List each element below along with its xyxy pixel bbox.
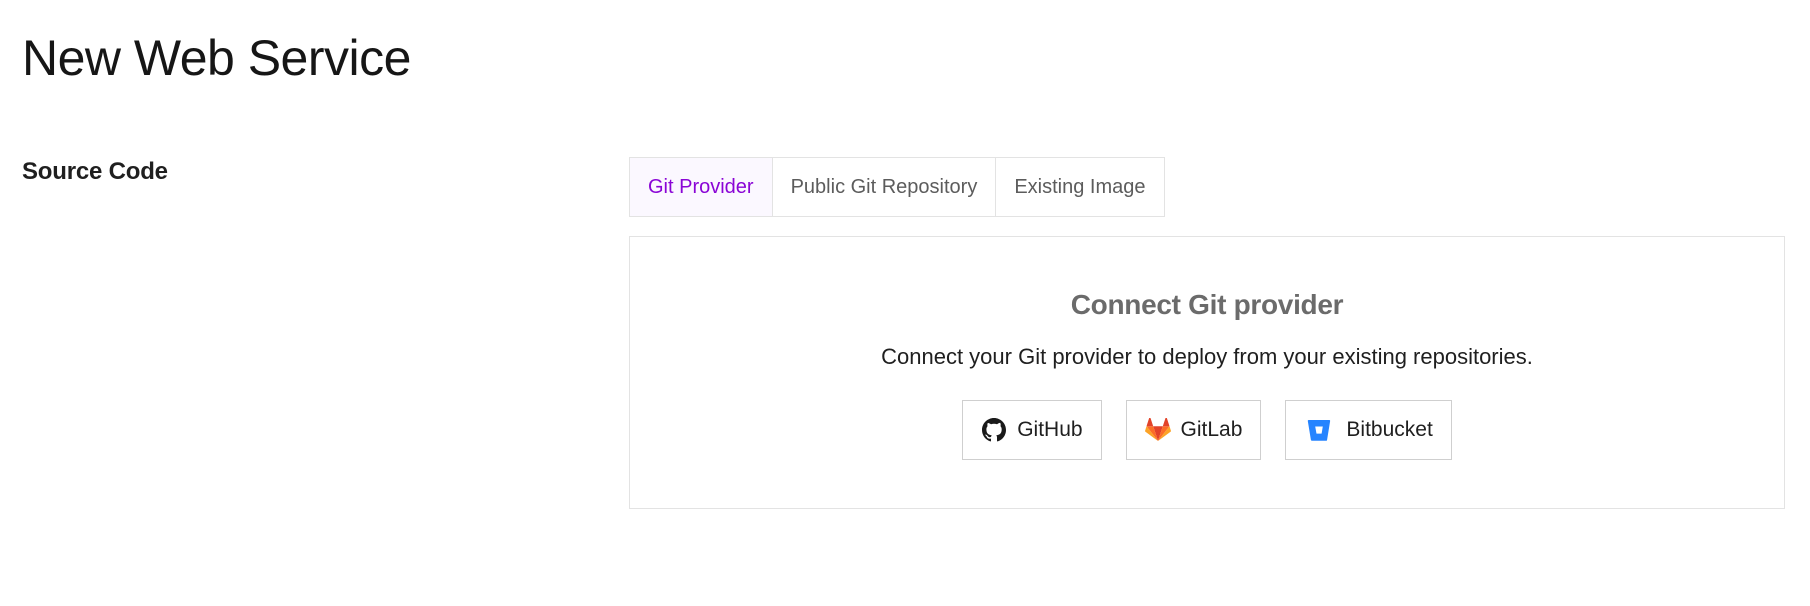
gitlab-button[interactable]: GitLab [1125, 400, 1262, 460]
tab-git-provider[interactable]: Git Provider [630, 158, 773, 216]
tab-existing-image[interactable]: Existing Image [996, 158, 1164, 216]
bitbucket-button[interactable]: Bitbucket [1285, 400, 1452, 460]
bitbucket-icon [1306, 417, 1332, 443]
page-title: New Web Service [22, 30, 411, 86]
github-icon [981, 417, 1007, 443]
bitbucket-label: Bitbucket [1346, 418, 1433, 441]
connect-description: Connect your Git provider to deploy from… [881, 344, 1533, 369]
source-code-label: Source Code [22, 158, 168, 185]
connect-git-provider-panel: Connect Git provider Connect your Git pr… [629, 236, 1785, 509]
new-web-service-page: New Web Service Source Code Git Provider… [0, 0, 1810, 606]
source-tabs: Git Provider Public Git Repository Exist… [629, 157, 1165, 217]
github-label: GitHub [1017, 418, 1083, 441]
provider-buttons: GitHub GitLab Bitbucket [630, 400, 1784, 460]
gitlab-label: GitLab [1180, 418, 1243, 441]
github-button[interactable]: GitHub [962, 400, 1102, 460]
tab-public-git-repository[interactable]: Public Git Repository [772, 158, 997, 216]
connect-heading: Connect Git provider [1070, 289, 1344, 320]
gitlab-icon [1144, 417, 1171, 443]
